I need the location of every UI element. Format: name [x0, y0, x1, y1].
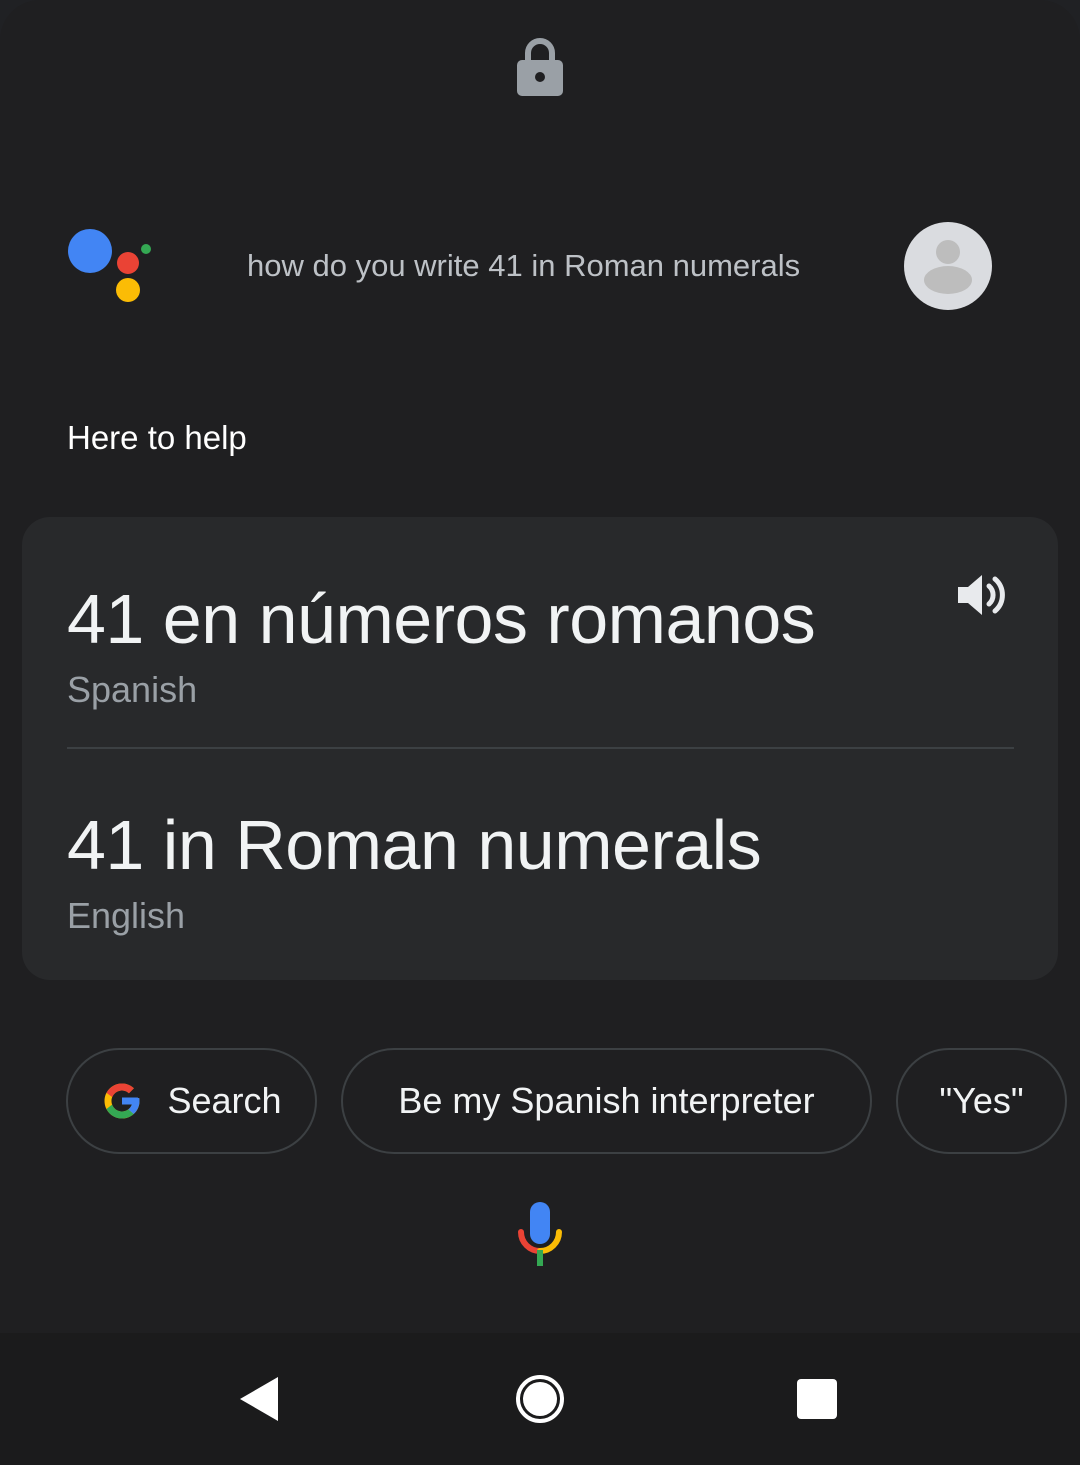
recents-icon[interactable]	[787, 1369, 847, 1429]
assistant-sheet: how do you write 41 in Roman numerals He…	[0, 0, 1080, 1333]
interpreter-chip[interactable]: Be my Spanish interpreter	[341, 1048, 872, 1154]
google-assistant-logo	[68, 229, 151, 302]
interpreter-chip-label: Be my Spanish interpreter	[398, 1080, 815, 1121]
google-g-icon	[104, 1083, 140, 1119]
user-query-text: how do you write 41 in Roman numerals	[247, 248, 801, 283]
back-icon[interactable]	[232, 1369, 292, 1429]
lock-icon	[517, 38, 563, 96]
navigation-bar	[0, 1333, 1080, 1465]
helper-text: Here to help	[67, 419, 247, 456]
yes-chip[interactable]: "Yes"	[896, 1048, 1067, 1154]
home-icon[interactable]	[510, 1369, 570, 1429]
user-avatar[interactable]	[904, 222, 992, 310]
search-chip-label: Search	[167, 1080, 282, 1121]
card-divider	[67, 747, 1014, 749]
target-translation-text: 41 in Roman numerals	[67, 806, 762, 884]
translation-card[interactable]: 41 en números romanos Spanish 41 in Roma…	[22, 517, 1058, 980]
search-chip[interactable]: Search	[66, 1048, 317, 1154]
source-language-label: Spanish	[67, 669, 198, 710]
microphone-icon[interactable]	[517, 1202, 563, 1266]
person-icon	[924, 240, 972, 294]
target-language-label: English	[67, 895, 186, 936]
source-translation-text: 41 en números romanos	[67, 580, 816, 658]
yes-chip-label: "Yes"	[939, 1080, 1024, 1121]
volume-icon[interactable]	[952, 567, 1008, 623]
